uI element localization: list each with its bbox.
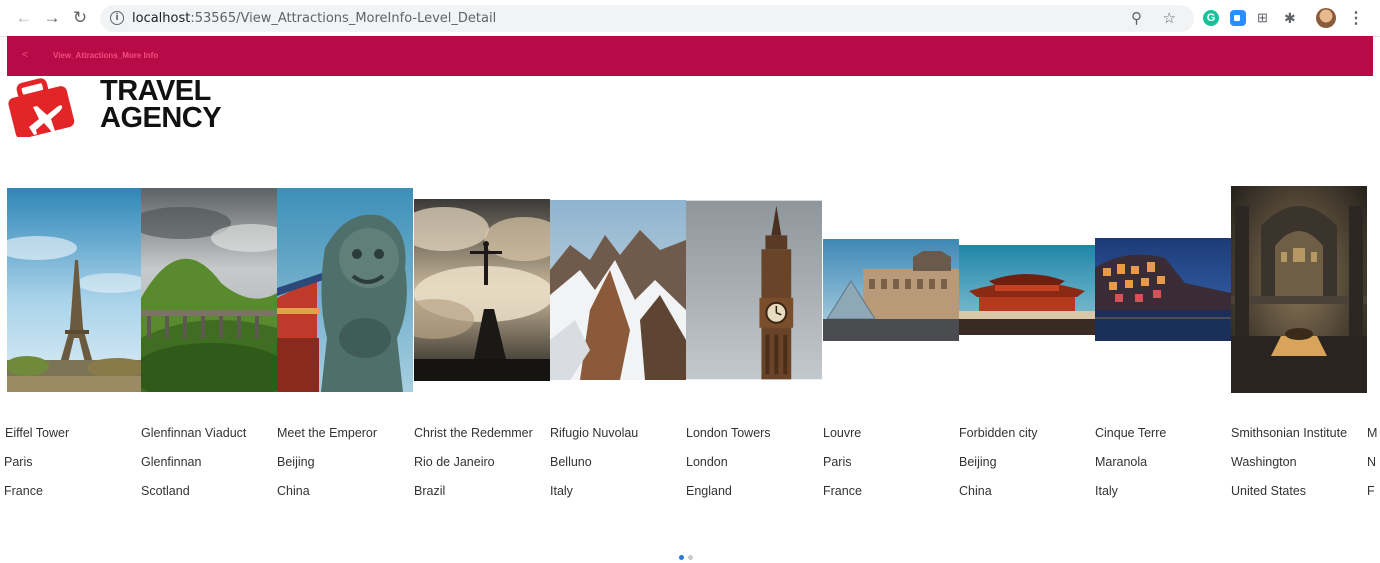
attraction-country: France	[4, 484, 43, 498]
smithsonian-interior-photo[interactable]	[1231, 186, 1367, 393]
grid-icon[interactable]: ⊞	[1257, 10, 1273, 26]
attraction-city: Maranola	[1095, 455, 1148, 469]
glenfinnan-viaduct-photo[interactable]	[141, 188, 277, 392]
attraction-name: M	[1367, 426, 1378, 440]
partial-attraction-photo[interactable]	[1367, 188, 1373, 392]
attraction-country: China	[959, 484, 992, 498]
attraction-city: Paris	[4, 455, 33, 469]
zoom-app-icon[interactable]	[1230, 10, 1246, 26]
attraction-card[interactable]: Smithsonian Institute Washington United …	[1231, 180, 1367, 510]
url-text[interactable]: localhost:53565/View_Attractions_MoreInf…	[132, 11, 496, 26]
attraction-name: Eiffel Tower	[5, 426, 70, 440]
pagination-dot[interactable]	[688, 555, 693, 560]
attraction-name: Forbidden city	[959, 426, 1038, 440]
attraction-city: Glenfinnan	[141, 455, 202, 469]
christ-the-redeemer-photo[interactable]	[414, 199, 550, 381]
grammarly-icon[interactable]: G	[1203, 10, 1219, 26]
forbidden-city-photo[interactable]	[959, 245, 1095, 335]
attraction-country: China	[277, 484, 310, 498]
attraction-name: Meet the Emperor	[277, 426, 378, 440]
pagination-dot-active[interactable]	[679, 555, 684, 560]
back-icon[interactable]: <	[22, 49, 28, 61]
louvre-photo[interactable]	[823, 239, 959, 341]
attraction-country: England	[686, 484, 732, 498]
attraction-country: France	[823, 484, 862, 498]
attraction-card[interactable]: Glenfinnan Viaduct Glenfinnan Scotland	[141, 180, 277, 510]
attraction-card[interactable]: Cinque Terre Maranola Italy	[1095, 180, 1231, 510]
logo-line-2: AGENCY	[100, 102, 222, 134]
big-ben-photo[interactable]	[686, 200, 822, 380]
attraction-card[interactable]: London Towers London England	[686, 180, 822, 510]
attraction-city: N	[1367, 455, 1377, 469]
attraction-name: Rifugio Nuvolau	[550, 426, 639, 440]
reload-icon[interactable]: ↻	[70, 8, 90, 28]
attraction-card[interactable]: Forbidden city Beijing China	[959, 180, 1095, 510]
page-title: View_Attractions_More Info	[53, 51, 159, 60]
guardian-lion-photo[interactable]	[277, 188, 413, 392]
eiffel-tower-photo[interactable]	[7, 188, 143, 392]
profile-avatar[interactable]	[1316, 8, 1336, 28]
info-icon[interactable]: i	[110, 11, 124, 25]
attraction-city: Belluno	[550, 455, 592, 469]
attraction-country: Brazil	[414, 484, 446, 498]
attraction-city: Paris	[823, 455, 852, 469]
attraction-card[interactable]: Meet the Emperor Beijing China	[277, 180, 413, 510]
attraction-name: Louvre	[823, 426, 862, 440]
attraction-name: Glenfinnan Viaduct	[141, 426, 247, 440]
attraction-card[interactable]: Christ the Redemmer Rio de Janeiro Brazi…	[414, 180, 550, 510]
attraction-name: London Towers	[686, 426, 771, 440]
browser-toolbar: ← → ↻ i localhost:53565/View_Attractions…	[0, 0, 1380, 37]
attraction-country: Scotland	[141, 484, 190, 498]
attraction-card[interactable]: M N F	[1367, 180, 1380, 510]
attraction-city: Beijing	[277, 455, 315, 469]
attraction-card[interactable]: Rifugio Nuvolau Belluno Italy	[550, 180, 686, 510]
dolomites-mountain-photo[interactable]	[550, 200, 686, 380]
logo-wordmark: TRAVEL AGENCY	[100, 75, 222, 134]
attraction-country: F	[1367, 484, 1375, 498]
forward-arrow-icon[interactable]: →	[42, 8, 62, 28]
cinque-terre-photo[interactable]	[1095, 238, 1231, 341]
attraction-city: London	[686, 455, 728, 469]
attraction-city: Washington	[1231, 455, 1297, 469]
attraction-name: Smithsonian Institute	[1231, 426, 1348, 440]
app-header: < View_Attractions_More Info	[7, 36, 1373, 76]
attraction-city: Rio de Janeiro	[414, 455, 495, 469]
attraction-name: Cinque Terre	[1095, 426, 1167, 440]
logo-line-1: TRAVEL	[100, 75, 211, 107]
attraction-name: Christ the Redemmer	[414, 426, 533, 440]
star-icon[interactable]: ☆	[1163, 9, 1176, 27]
address-bar[interactable]: i localhost:53565/View_Attractions_MoreI…	[100, 5, 1194, 32]
puzzle-icon[interactable]: ✱	[1284, 10, 1300, 26]
zoom-icon[interactable]: ⚲	[1131, 9, 1142, 27]
menu-icon[interactable]: ⋮	[1348, 8, 1364, 28]
attraction-city: Beijing	[959, 455, 997, 469]
attraction-card[interactable]: Louvre Paris France	[823, 180, 959, 510]
back-arrow-icon[interactable]: ←	[14, 8, 34, 28]
attraction-card[interactable]: Eiffel Tower Paris France	[4, 180, 143, 510]
attraction-country: Italy	[1095, 484, 1118, 498]
attractions-carousel[interactable]: Eiffel Tower Paris France Glenfinnan Via…	[0, 180, 1380, 510]
attraction-country: United States	[1231, 484, 1307, 498]
attraction-country: Italy	[550, 484, 573, 498]
suitcase-plane-logo-icon	[7, 77, 79, 139]
